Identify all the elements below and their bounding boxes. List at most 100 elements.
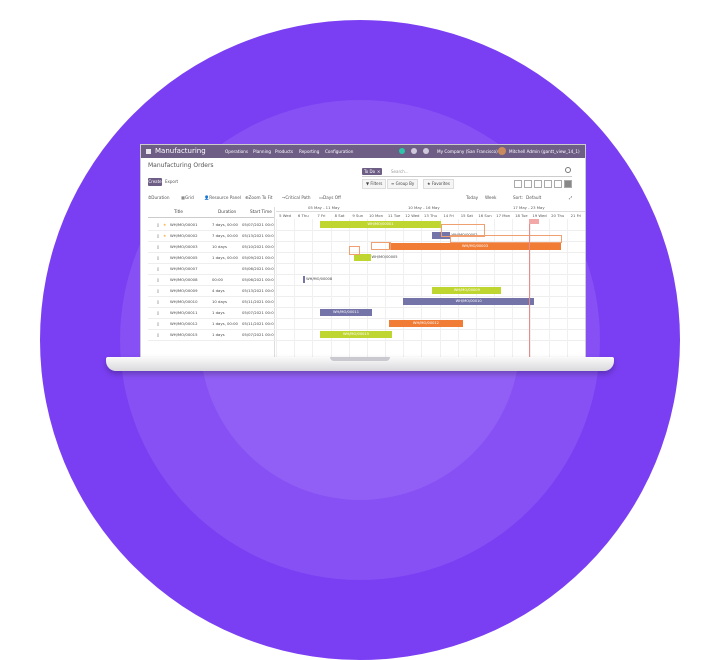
day-label: 8 Sat — [334, 213, 345, 218]
facet-label: To Do — [364, 169, 376, 174]
grid-column — [421, 219, 423, 359]
gantt-view-icon[interactable] — [564, 180, 572, 188]
gantt-bar[interactable] — [303, 276, 306, 283]
search-icon[interactable] — [565, 167, 571, 173]
document-icon: ▯ — [157, 277, 160, 282]
group-by-button[interactable]: ≡ Group By — [387, 179, 419, 189]
gantt-bar[interactable]: WH/MO/00009 — [432, 287, 502, 294]
day-label: 15 Sat — [460, 213, 473, 218]
day-label: 16 Sun — [478, 213, 492, 218]
gantt-bar[interactable]: WH/MO/00011 — [319, 309, 373, 316]
col-duration[interactable]: Duration — [218, 209, 236, 214]
day-label: 13 Thu — [423, 213, 438, 218]
create-button[interactable]: Create — [148, 178, 162, 186]
document-icon: ▯ — [157, 255, 160, 260]
critical-path-toggle[interactable]: ⤳ Critical Path — [282, 194, 311, 201]
pivot-view-icon[interactable] — [544, 180, 552, 188]
close-icon[interactable]: × — [377, 169, 380, 174]
laptop-notch — [330, 357, 390, 361]
document-icon: ▯ — [157, 244, 160, 249]
scale-select[interactable]: Week — [485, 194, 496, 201]
navbar: Manufacturing Operations Planning Produc… — [141, 145, 585, 158]
user-menu[interactable]: Mitchell Admin (gantt_view_14_1) — [509, 149, 580, 154]
clock-icon[interactable] — [423, 148, 429, 154]
kanban-view-icon[interactable] — [524, 180, 532, 188]
menu-operations[interactable]: Operations — [225, 149, 248, 154]
resource-panel-label: Resource Panel — [209, 195, 242, 200]
menu-configuration[interactable]: Configuration — [325, 149, 353, 154]
duration-toggle-label: Duration — [151, 195, 170, 200]
menu-reporting[interactable]: Reporting — [299, 149, 319, 154]
export-button[interactable]: Export — [165, 178, 178, 186]
sort-label: Sort: — [513, 195, 523, 200]
zoom-to-fit-button[interactable]: ⊕ Zoom To Fit — [245, 194, 273, 201]
row-title: WH/MO/00003 — [170, 244, 198, 249]
graph-view-icon[interactable] — [554, 180, 562, 188]
day-label: 12 Wed — [405, 213, 420, 218]
grid-column — [385, 219, 387, 359]
apps-menu-icon[interactable] — [146, 149, 151, 154]
row-title: WH/MO/00005 — [170, 255, 198, 260]
calendar-view-icon[interactable] — [534, 180, 542, 188]
list-header: Title Duration Start Time — [148, 207, 274, 218]
row-duration: 4 days — [212, 288, 225, 293]
row-title: WH/MO/00002 — [170, 233, 198, 238]
search-facet[interactable]: To Do × — [362, 168, 383, 175]
today-button[interactable]: Today — [466, 194, 478, 201]
days-off-label: Days Off — [322, 195, 341, 200]
row-duration: 00:00 — [212, 277, 223, 282]
gantt-bar[interactable]: WH/MO/00015 — [319, 331, 393, 338]
day-label: 20 Thu — [551, 213, 565, 218]
row-start: 05/06/2021 00:0 — [242, 266, 274, 271]
gantt-bar-label: WH/MO/00008 — [306, 277, 333, 281]
row-start: 05/13/2021 00:0 — [242, 233, 274, 238]
row-title: WH/MO/00012 — [170, 321, 198, 326]
duration-toggle[interactable]: ⏱ Duration — [148, 194, 169, 201]
menu-planning[interactable]: Planning — [253, 149, 271, 154]
grid-column — [312, 219, 314, 359]
gantt-bar[interactable]: WH/MO/00001 — [319, 221, 442, 228]
day-label: 5 Wed — [279, 213, 292, 218]
avatar[interactable] — [498, 147, 506, 155]
col-title[interactable]: Title — [174, 209, 183, 214]
group-by-label: Group By — [395, 181, 415, 186]
app-brand[interactable]: Manufacturing — [155, 146, 206, 157]
row-duration: 7 days, 00:00 — [212, 222, 238, 227]
col-start-time[interactable]: Start Time — [250, 209, 272, 214]
row-title: WH/MO/00009 — [170, 288, 198, 293]
star-icon[interactable]: ★ — [163, 230, 166, 241]
company-switcher[interactable]: My Company (San Francisco) — [437, 149, 498, 154]
resource-panel-toggle[interactable]: 👤 Resource Panel — [204, 194, 241, 201]
activity-icon[interactable] — [399, 148, 405, 154]
day-label: 21 Fri — [570, 213, 582, 218]
row-title: WH/MO/00008 — [170, 277, 198, 282]
gantt-bar[interactable]: WH/MO/00012 — [388, 320, 464, 327]
filters-button[interactable]: ▼ Filters — [362, 179, 387, 189]
chat-icon[interactable] — [411, 148, 417, 154]
gantt-bar[interactable]: WH/MO/00010 — [403, 298, 535, 305]
row-start: 05/09/2021 00:0 — [242, 255, 274, 260]
row-duration: 1 days, 00:00 — [212, 321, 238, 326]
dependency-link — [450, 235, 562, 243]
critical-path-label: Critical Path — [285, 195, 311, 200]
row-title: WH/MO/00011 — [170, 310, 198, 315]
row-start: 05/07/2021 00:0 — [242, 222, 274, 227]
days-off-toggle[interactable]: ▭ Days Off — [319, 194, 341, 201]
week-label: 05 May - 11 May — [308, 205, 340, 210]
grid-toggle[interactable]: ▦ Grid — [181, 194, 194, 201]
gantt-bar[interactable] — [354, 254, 371, 261]
expand-icon[interactable]: ⤢ — [569, 194, 572, 201]
row-start: 05/11/2021 00:0 — [242, 299, 274, 304]
star-icon[interactable]: ★ — [163, 219, 166, 230]
menu-products[interactable]: Products — [275, 149, 293, 154]
document-icon: ▯ — [157, 266, 160, 271]
gantt-bar[interactable]: WH/MO/00003 — [388, 243, 562, 250]
row-duration: 1 days — [212, 332, 225, 337]
document-icon: ▯ — [157, 310, 160, 315]
search-input[interactable]: Search... — [391, 168, 409, 175]
favorites-button[interactable]: ★ Favorites — [423, 179, 454, 189]
list-view-icon[interactable] — [514, 180, 522, 188]
row-start: 05/06/2021 00:0 — [242, 277, 274, 282]
sort-select[interactable]: Default — [526, 194, 541, 201]
row-start: 05/07/2021 00:0 — [242, 310, 274, 315]
